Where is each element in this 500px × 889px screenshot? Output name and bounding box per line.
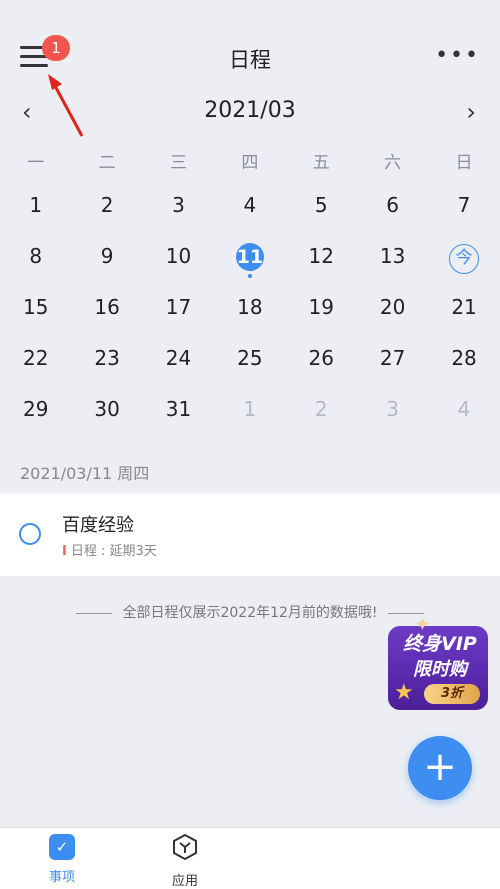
event-subtitle: I 日程 : 延期3天 xyxy=(62,540,157,559)
month-navigator: ‹ 2021/03 › xyxy=(0,94,500,130)
calendar-week: 29 30 31 1 2 3 4 xyxy=(0,384,500,435)
weekday-label: 五 xyxy=(312,153,330,173)
calendar-week: 8 9 10 11 12 13 今 xyxy=(0,231,500,282)
app-header: 1 日程 ••• xyxy=(0,0,500,137)
checkbox-icon: ✓ xyxy=(49,834,75,860)
calendar-day[interactable]: 19 xyxy=(286,282,357,333)
apps-icon xyxy=(173,833,197,861)
weekday-label: 三 xyxy=(169,153,187,173)
tab-items[interactable]: ✓ 事项 xyxy=(32,834,92,885)
calendar-day[interactable]: 23 xyxy=(71,333,142,384)
weekday-label: 六 xyxy=(384,153,402,173)
calendar-day[interactable]: 24 xyxy=(143,333,214,384)
weekday-header: 一 二 三 四 五 六 日 xyxy=(0,148,500,173)
calendar-day[interactable]: 9 xyxy=(71,231,142,282)
calendar-day[interactable]: 20 xyxy=(357,282,428,333)
calendar-day[interactable]: 26 xyxy=(286,333,357,384)
calendar-day[interactable]: 5 xyxy=(286,180,357,231)
calendar-day[interactable]: 28 xyxy=(428,333,499,384)
divider xyxy=(76,612,113,614)
star-icon: ★ xyxy=(394,680,414,705)
calendar-day[interactable]: 29 xyxy=(0,384,71,435)
selected-date-bar: 2021/03/11 周四 xyxy=(0,447,500,493)
calendar-day[interactable]: 22 xyxy=(0,333,71,384)
selected-date-label: 2021/03/11 周四 xyxy=(20,464,150,483)
event-card[interactable]: 百度经验 I 日程 : 延期3天 xyxy=(0,493,500,576)
calendar-day[interactable]: 15 xyxy=(0,282,71,333)
calendar-day-selected[interactable]: 11 xyxy=(214,231,285,282)
calendar-day-next-month[interactable]: 1 xyxy=(214,384,285,435)
vip-line1: 终身VIP xyxy=(403,633,477,655)
calendar-week: 15 16 17 18 19 20 21 xyxy=(0,282,500,333)
calendar-day[interactable]: 30 xyxy=(71,384,142,435)
calendar-day-today[interactable]: 今 xyxy=(428,231,499,282)
weekday-label: 一 xyxy=(27,153,45,173)
calendar-day[interactable]: 12 xyxy=(286,231,357,282)
calendar-day[interactable]: 17 xyxy=(143,282,214,333)
event-subtitle-text: 日程 : 延期3天 xyxy=(70,544,157,559)
tab-label: 应用 xyxy=(171,874,198,889)
calendar-day[interactable]: 13 xyxy=(357,231,428,282)
calendar-day-next-month[interactable]: 4 xyxy=(428,384,499,435)
calendar-day[interactable]: 1 xyxy=(0,180,71,231)
weekday-label: 二 xyxy=(98,153,116,173)
today-marker: 今 xyxy=(449,244,480,274)
vip-line2: 限时购 xyxy=(413,659,467,680)
calendar-day[interactable]: 21 xyxy=(428,282,499,333)
calendar-day[interactable]: 25 xyxy=(214,333,285,384)
add-event-button[interactable]: + xyxy=(408,736,472,800)
calendar-day-next-month[interactable]: 2 xyxy=(286,384,357,435)
calendar-day[interactable]: 10 xyxy=(143,231,214,282)
complete-checkbox[interactable] xyxy=(19,523,41,545)
calendar-day[interactable]: 7 xyxy=(428,180,499,231)
event-type-marker: I xyxy=(62,544,67,559)
calendar-week: 22 23 24 25 26 27 28 xyxy=(0,333,500,384)
calendar-day-next-month[interactable]: 3 xyxy=(357,384,428,435)
selected-day-number: 11 xyxy=(235,243,264,271)
event-title: 百度经验 xyxy=(62,515,134,536)
calendar-week: 1 2 3 4 5 6 7 xyxy=(0,180,500,231)
bottom-tab-bar: ✓ 事项 应用 xyxy=(0,827,500,889)
calendar-day[interactable]: 31 xyxy=(143,384,214,435)
tab-label: 事项 xyxy=(48,870,75,885)
calendar-day[interactable]: 3 xyxy=(143,180,214,231)
weekday-label: 日 xyxy=(455,153,473,173)
calendar-day[interactable]: 4 xyxy=(214,180,285,231)
chevron-right-icon[interactable]: › xyxy=(466,98,476,126)
calendar-day[interactable]: 2 xyxy=(71,180,142,231)
vip-promo-banner[interactable]: ✦ 终身VIP 限时购 ★ 3折 xyxy=(388,612,490,716)
calendar-day[interactable]: 18 xyxy=(214,282,285,333)
tab-apps[interactable]: 应用 xyxy=(155,833,215,889)
calendar-grid: 1 2 3 4 5 6 7 8 9 10 11 12 13 今 15 16 17… xyxy=(0,180,500,435)
page-title: 日程 xyxy=(229,48,271,72)
calendar-day[interactable]: 27 xyxy=(357,333,428,384)
vip-discount: 3折 xyxy=(424,684,480,704)
calendar-day[interactable]: 6 xyxy=(357,180,428,231)
more-icon[interactable]: ••• xyxy=(435,45,480,67)
month-label[interactable]: 2021/03 xyxy=(0,98,500,123)
notice-text: 全部日程仅展示2022年12月前的数据哦! xyxy=(122,605,378,621)
calendar-day[interactable]: 16 xyxy=(71,282,142,333)
weekday-label: 四 xyxy=(241,153,259,173)
event-dot xyxy=(247,274,252,278)
calendar-day[interactable]: 8 xyxy=(0,231,71,282)
